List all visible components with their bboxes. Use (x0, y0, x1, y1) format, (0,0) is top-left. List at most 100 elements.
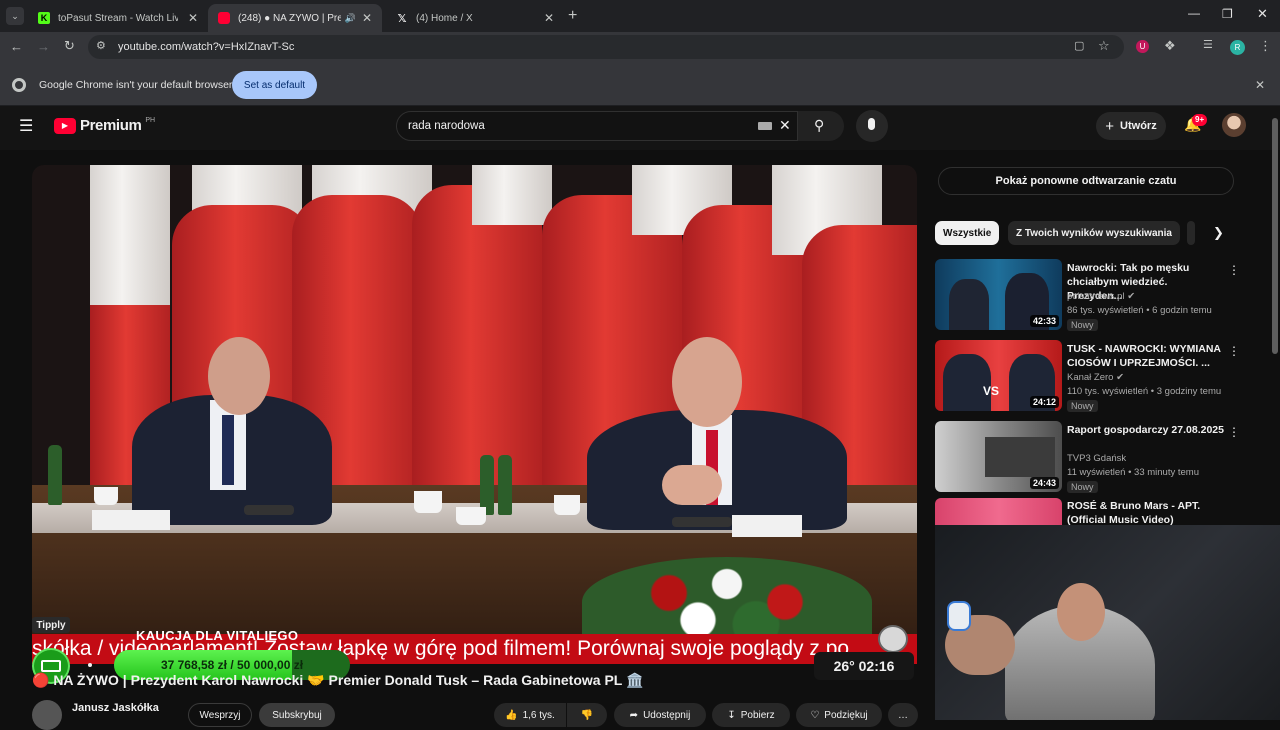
create-label: Utwórz (1120, 120, 1157, 132)
site-info-icon[interactable]: ⚙ (96, 39, 106, 52)
close-tab-icon[interactable]: ✕ (188, 11, 198, 25)
dislike-button[interactable]: 👎 (567, 703, 607, 727)
video-title[interactable]: ROSÉ & Bruno Mars - APT. (Official Music… (1067, 499, 1225, 527)
more-actions-button[interactable]: … (888, 703, 918, 727)
goal-title: KAUCJA DLA VITALIEGO (136, 628, 299, 643)
more-options-icon[interactable]: ⋮ (1228, 263, 1240, 277)
show-chat-replay-button[interactable]: Pokaż ponowne odtwarzanie czatu (938, 167, 1234, 195)
close-tab-icon[interactable]: ✕ (362, 11, 372, 25)
minimize-icon[interactable]: — (1188, 6, 1200, 20)
vs-label: VS (983, 384, 1000, 398)
tipply-label: Tipply (32, 617, 70, 633)
video-duration: 24:43 (1029, 477, 1059, 489)
channel-avatar[interactable] (32, 700, 62, 730)
chrome-menu-icon[interactable]: ⋮ (1259, 38, 1272, 54)
video-thumbnail[interactable]: 42:33 (935, 259, 1062, 330)
chip-all[interactable]: Wszystkie (935, 221, 1000, 245)
channel-name[interactable]: polsatnews.pl ✔ (1067, 291, 1135, 302)
microphone-icon (868, 118, 875, 130)
video-meta: 86 tys. wyświetleń • 6 godzin temu (1067, 305, 1212, 316)
page-scrollbar[interactable] (1272, 118, 1278, 354)
video-player[interactable]: skółka / videoparlament! Zostaw łapkę w … (32, 165, 917, 664)
tab-kick[interactable]: K toPasut Stream - Watch Live on ✕ (28, 4, 208, 32)
account-avatar[interactable] (1222, 113, 1246, 137)
clear-search-icon[interactable]: ✕ (779, 117, 791, 134)
channel-name[interactable]: TVP3 Gdańsk (1067, 453, 1126, 464)
set-as-default-button[interactable]: Set as default (232, 71, 317, 99)
head (208, 337, 270, 415)
video-thumbnail[interactable] (935, 498, 1062, 525)
video-meta: 11 wyświetleń • 33 minuty temu (1067, 467, 1199, 478)
download-icon: ↧ (727, 709, 736, 721)
head (672, 337, 742, 427)
recommendation-item[interactable]: ROSÉ & Bruno Mars - APT. (Official Music… (935, 498, 1245, 527)
profile-avatar[interactable]: R (1230, 40, 1245, 55)
thumbs-down-icon: 👎 (580, 709, 594, 721)
forward-icon[interactable]: → (37, 39, 50, 54)
controller (947, 601, 971, 631)
extension-u-icon[interactable]: U (1136, 40, 1149, 53)
search-button[interactable]: ⚲ (798, 111, 844, 141)
channel-name[interactable]: Kanał Zero ✔ (1067, 372, 1124, 383)
tab-title: toPasut Stream - Watch Live on (58, 12, 178, 24)
more-options-icon[interactable]: ⋮ (1228, 344, 1240, 358)
install-app-icon[interactable]: ▢ (1074, 39, 1084, 52)
thanks-button[interactable]: ♡ Podziękuj (796, 703, 882, 727)
maximize-icon[interactable]: ❐ (1222, 7, 1233, 21)
youtube-icon (218, 12, 230, 24)
subscribe-button[interactable]: Subskrybuj (259, 703, 335, 727)
close-infobar-icon[interactable]: ✕ (1255, 78, 1265, 92)
share-button[interactable]: ➦ Udostępnij (614, 703, 706, 727)
download-label: Pobierz (740, 709, 775, 721)
cup (554, 495, 580, 515)
stream-logo-icon (878, 625, 908, 653)
video-meta: 110 tys. wyświetleń • 3 godziny temu (1067, 386, 1222, 397)
chips-next-icon[interactable]: ❯ (1213, 225, 1224, 241)
menu-hamburger-icon[interactable]: ☰ (19, 116, 33, 136)
chip-more[interactable] (1187, 221, 1195, 245)
tab-youtube[interactable]: (248) ● NA ŻYWO | Prezyden 🔊 ✕ (208, 4, 382, 32)
recommendation-item[interactable]: 24:43 Raport gospodarczy 27.08.2025 TVP3… (935, 421, 1245, 493)
video-thumbnail[interactable]: 24:43 (935, 421, 1062, 492)
recommendation-item[interactable]: VS 24:12 TUSK - NAWROCKI: WYMIANA CIOSÓW… (935, 340, 1245, 412)
infobar-message: Google Chrome isn't your default browser (39, 79, 233, 91)
create-button[interactable]: + Utwórz (1096, 112, 1166, 140)
cup (414, 491, 442, 513)
flag (412, 185, 542, 505)
download-button[interactable]: ↧ Pobierz (712, 703, 790, 727)
like-button[interactable]: 👍 1,6 tys. (494, 703, 566, 727)
video-title[interactable]: Raport gospodarczy 27.08.2025 (1067, 423, 1225, 437)
video-thumbnail[interactable]: VS 24:12 (935, 340, 1062, 411)
back-icon[interactable]: ← (10, 39, 23, 54)
cup (94, 487, 118, 505)
reload-icon[interactable]: ↻ (64, 38, 75, 54)
bookmark-star-icon[interactable]: ☆ (1098, 38, 1110, 54)
channel-name[interactable]: Janusz Jaskółka (72, 702, 159, 714)
extensions-puzzle-icon[interactable]: ❖ (1164, 38, 1176, 54)
media-controls-icon[interactable]: ☰ (1203, 38, 1213, 51)
photo-collage (985, 437, 1055, 477)
video-title[interactable]: TUSK - NAWROCKI: WYMIANA CIOSÓW I UPRZEJ… (1067, 342, 1225, 370)
notification-count-badge: 9+ (1192, 114, 1208, 126)
more-options-icon[interactable]: ⋮ (1228, 425, 1240, 439)
recommendation-item[interactable]: 42:33 Nawrocki: Tak po męsku chciałbym w… (935, 259, 1245, 331)
speaker-icon[interactable]: 🔊 (345, 13, 356, 24)
new-tab-icon[interactable]: + (568, 7, 577, 25)
heart-dollar-icon: ♡ (810, 709, 820, 721)
close-window-icon[interactable]: ✕ (1257, 6, 1268, 22)
close-tab-icon[interactable]: ✕ (544, 11, 554, 25)
support-button[interactable]: Wesprzyj (188, 703, 252, 727)
x-icon: 𝕏 (397, 12, 407, 25)
tab-x[interactable]: 𝕏 (4) Home / X ✕ (386, 4, 564, 32)
url-text[interactable]: youtube.com/watch?v=HxIZnavT-Sc (118, 41, 294, 53)
youtube-premium-label: Premium (80, 117, 142, 134)
voice-search-button[interactable] (856, 110, 888, 142)
bottle (498, 455, 512, 515)
chip-from-search[interactable]: Z Twoich wyników wyszukiwania (1008, 221, 1180, 245)
bottle (48, 445, 62, 505)
search-input[interactable]: rada narodowa ✕ (396, 111, 798, 141)
keyboard-icon[interactable] (758, 122, 772, 130)
kick-icon: K (38, 12, 50, 24)
youtube-logo[interactable]: ▶ Premium PH (54, 117, 155, 134)
tab-search-button[interactable]: ⌄ (6, 7, 24, 25)
